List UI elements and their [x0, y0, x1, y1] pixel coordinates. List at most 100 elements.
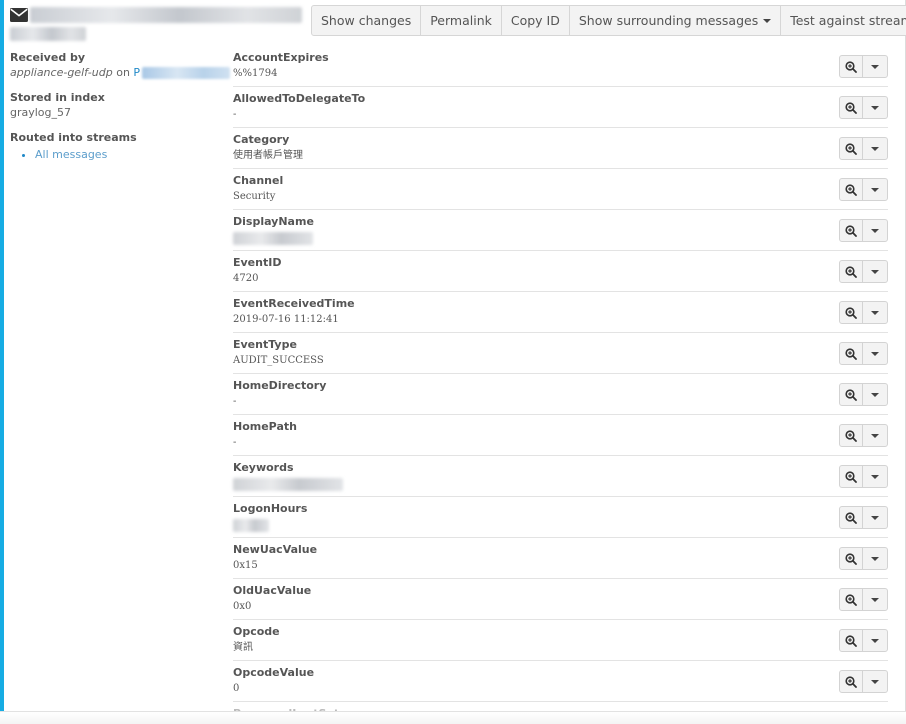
field-actions-dropdown[interactable]	[863, 302, 887, 323]
caret-down-icon	[871, 106, 879, 110]
stream-link[interactable]: All messages	[35, 148, 107, 161]
zoom-in-icon[interactable]	[840, 466, 863, 487]
copy-id-button-label: Copy ID	[510, 13, 560, 28]
field-actions-dropdown[interactable]	[863, 220, 887, 241]
caret-down-icon	[871, 65, 879, 69]
zoom-in-icon[interactable]	[840, 138, 863, 159]
field-name: OldUacValue	[233, 584, 312, 597]
received-on-text: on	[116, 66, 130, 79]
field-actions	[839, 670, 888, 693]
node-name-redacted	[142, 67, 231, 79]
received-by-label: Received by	[10, 51, 86, 64]
message-detail-panel: Show changes Permalink Copy ID Show surroun…	[0, 0, 906, 724]
zoom-in-icon[interactable]	[840, 179, 863, 200]
field-name: EventReceivedTime	[233, 297, 355, 310]
zoom-in-icon[interactable]	[840, 589, 863, 610]
field-actions-dropdown[interactable]	[863, 384, 887, 405]
field-actions-dropdown[interactable]	[863, 56, 887, 77]
caret-down-icon	[871, 188, 879, 192]
show-changes-button[interactable]: Show changes	[312, 6, 422, 35]
message-fields-list: AccountExpires %%1794 AllowedToDelegateTo -…	[233, 46, 888, 724]
test-against-stream-button[interactable]: Test against stream	[781, 6, 906, 35]
field-row: Keywords	[233, 456, 888, 497]
zoom-in-icon[interactable]	[840, 56, 863, 77]
field-actions-dropdown[interactable]	[863, 425, 887, 446]
field-actions-dropdown[interactable]	[863, 138, 887, 159]
field-actions-dropdown[interactable]	[863, 548, 887, 569]
field-actions-dropdown[interactable]	[863, 466, 887, 487]
field-value: 4720	[233, 273, 259, 284]
show-changes-button-label: Show changes	[321, 13, 412, 28]
field-actions-dropdown[interactable]	[863, 507, 887, 528]
zoom-in-icon[interactable]	[840, 384, 863, 405]
field-row: Category 使用者帳戶管理	[233, 128, 888, 169]
zoom-in-icon[interactable]	[840, 343, 863, 364]
selected-message-accent-bar	[0, 0, 4, 724]
caret-down-icon	[871, 639, 879, 643]
show-surrounding-messages-button[interactable]: Show surrounding messages	[570, 6, 782, 35]
field-row: EventType AUDIT_SUCCESS	[233, 333, 888, 374]
field-actions-dropdown[interactable]	[863, 671, 887, 692]
field-actions	[839, 383, 888, 406]
field-row: Opcode 資訊	[233, 620, 888, 661]
field-actions-dropdown[interactable]	[863, 343, 887, 364]
node-link[interactable]: P	[133, 66, 140, 79]
test-against-stream-button-label: Test against stream	[790, 13, 906, 28]
zoom-in-icon[interactable]	[840, 220, 863, 241]
field-actions	[839, 547, 888, 570]
zoom-in-icon[interactable]	[840, 630, 863, 651]
field-name: HomeDirectory	[233, 379, 327, 392]
field-value: 0x15	[233, 560, 258, 571]
caret-down-icon	[871, 434, 879, 438]
input-name: appliance-gelf-udp	[10, 66, 113, 79]
field-name: DisplayName	[233, 215, 314, 228]
message-id-redacted	[30, 7, 302, 23]
field-actions	[839, 465, 888, 488]
show-surrounding-messages-button-label: Show surrounding messages	[578, 13, 759, 28]
caret-down-icon	[871, 516, 879, 520]
field-actions	[839, 178, 888, 201]
zoom-in-icon[interactable]	[840, 548, 863, 569]
zoom-in-icon[interactable]	[840, 425, 863, 446]
caret-down-icon	[871, 270, 879, 274]
zoom-in-icon[interactable]	[840, 97, 863, 118]
message-id-redacted-line2	[10, 27, 86, 41]
streams-list: All messages	[10, 147, 220, 162]
caret-down-icon	[871, 311, 879, 315]
field-actions-dropdown[interactable]	[863, 179, 887, 200]
field-row: OldUacValue 0x0	[233, 579, 888, 620]
envelope-icon	[10, 8, 28, 22]
field-row: LogonHours	[233, 497, 888, 538]
zoom-in-icon[interactable]	[840, 671, 863, 692]
field-actions	[839, 301, 888, 324]
field-actions-dropdown[interactable]	[863, 589, 887, 610]
permalink-button[interactable]: Permalink	[421, 6, 502, 35]
field-value: 0x0	[233, 601, 252, 612]
field-actions-dropdown[interactable]	[863, 97, 887, 118]
copy-id-button[interactable]: Copy ID	[502, 6, 570, 35]
field-actions-dropdown[interactable]	[863, 261, 887, 282]
field-row: NewUacValue 0x15	[233, 538, 888, 579]
horizontal-scrollbar[interactable]	[0, 711, 906, 724]
message-actions-toolbar: Show changes Permalink Copy ID Show surroun…	[311, 5, 906, 36]
field-row: HomePath -	[233, 415, 888, 456]
field-actions	[839, 96, 888, 119]
field-name: OpcodeValue	[233, 666, 315, 679]
zoom-in-icon[interactable]	[840, 507, 863, 528]
field-value-redacted	[233, 519, 269, 532]
stored-in-index-label: Stored in index	[10, 91, 105, 104]
zoom-in-icon[interactable]	[840, 302, 863, 323]
zoom-in-icon[interactable]	[840, 261, 863, 282]
field-value-redacted	[233, 478, 343, 491]
field-actions-dropdown[interactable]	[863, 630, 887, 651]
field-value: 資訊	[233, 642, 253, 653]
field-name: AllowedToDelegateTo	[233, 92, 366, 105]
field-value: -	[233, 109, 237, 120]
field-row: AllowedToDelegateTo -	[233, 87, 888, 128]
field-row: DisplayName	[233, 210, 888, 251]
field-name: Channel	[233, 174, 284, 187]
field-value-redacted	[233, 232, 313, 245]
stream-item: All messages	[35, 147, 220, 162]
field-row: EventID 4720	[233, 251, 888, 292]
caret-down-icon	[871, 393, 879, 397]
